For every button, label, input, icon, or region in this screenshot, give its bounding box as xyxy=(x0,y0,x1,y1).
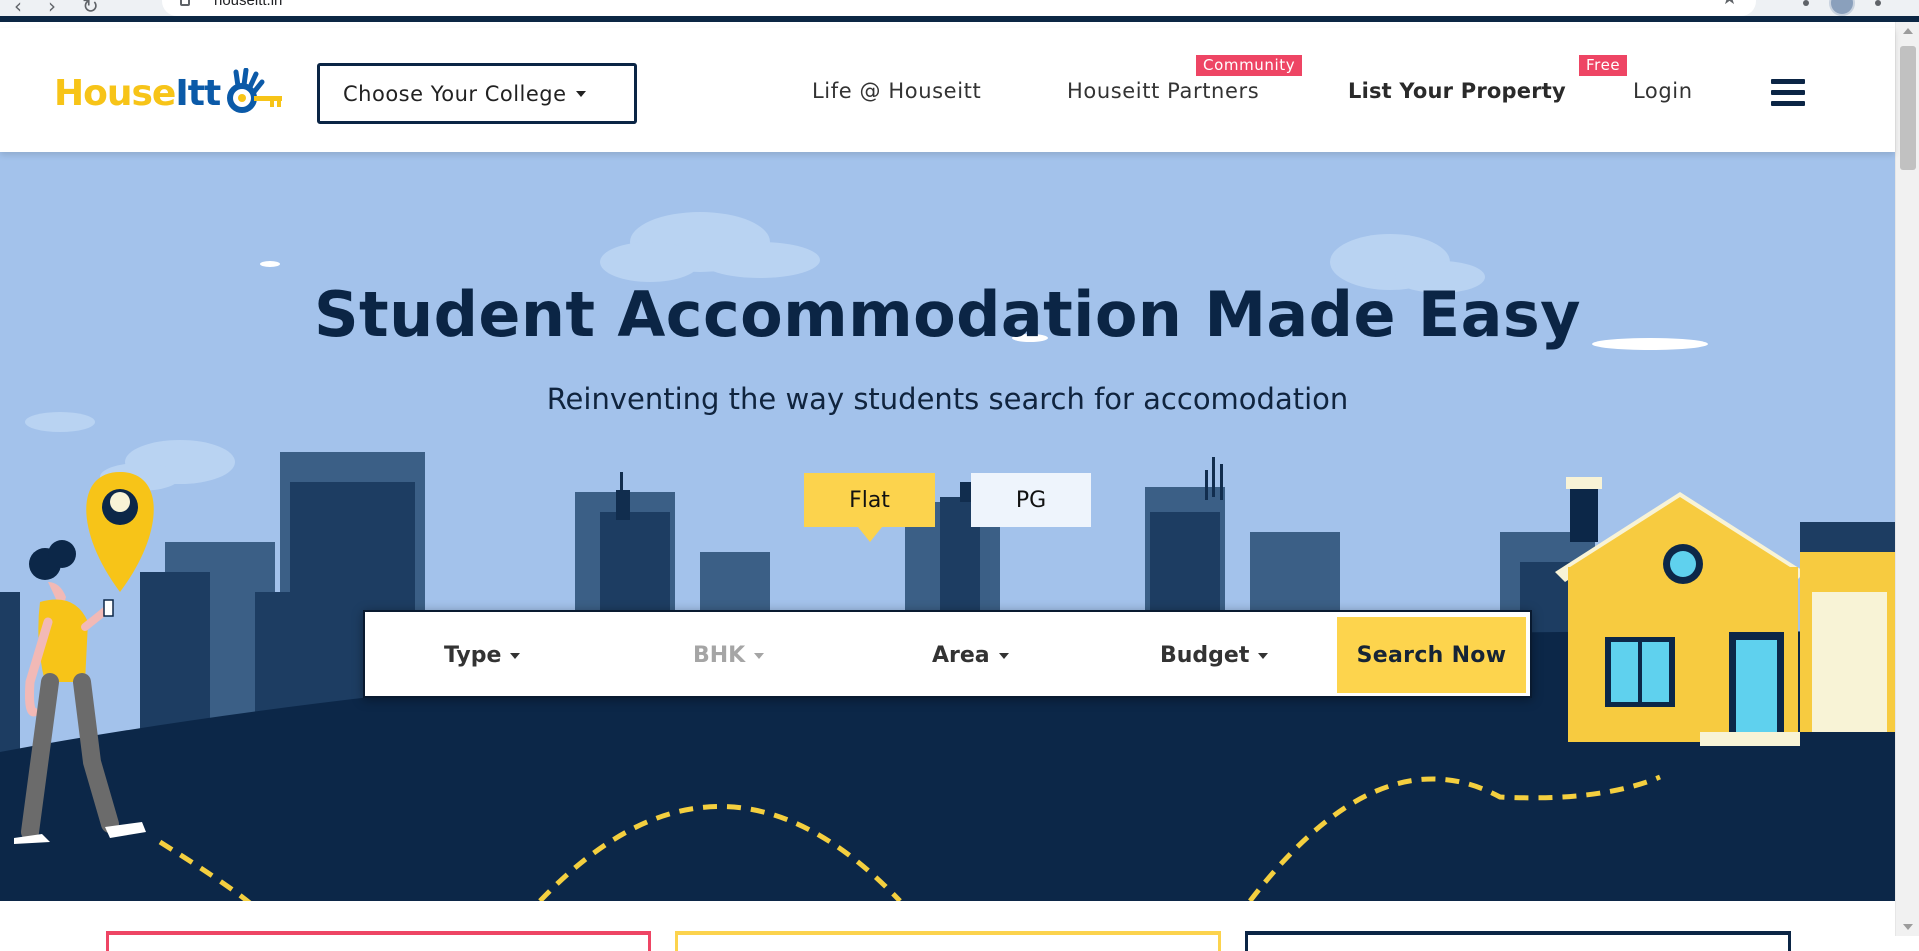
profile-avatar[interactable] xyxy=(1829,0,1855,16)
type-dropdown[interactable]: Type xyxy=(444,643,521,668)
card-navy[interactable] xyxy=(1245,931,1791,951)
bhk-label: BHK xyxy=(693,643,746,668)
nav-list-your-property[interactable]: List Your Property xyxy=(1348,79,1566,103)
extension-icon[interactable] xyxy=(1803,0,1809,6)
free-badge: Free xyxy=(1579,55,1628,76)
hamburger-menu-icon[interactable] xyxy=(1771,79,1805,107)
choose-college-dropdown[interactable]: Choose Your College xyxy=(317,63,637,124)
browser-nav-buttons[interactable]: ‹›↻ xyxy=(14,0,125,18)
area-dropdown[interactable]: Area xyxy=(932,643,1009,668)
logo-text-itt: Itt xyxy=(175,72,221,114)
hero-title: Student Accommodation Made Easy xyxy=(314,278,1581,351)
nav-login[interactable]: Login xyxy=(1633,79,1693,103)
chevron-down-icon xyxy=(510,653,521,659)
page-scrollbar[interactable] xyxy=(1895,22,1919,936)
chevron-down-icon xyxy=(998,653,1009,659)
search-now-button[interactable]: Search Now xyxy=(1337,617,1526,693)
city-illustration xyxy=(0,212,1895,901)
area-label: Area xyxy=(932,643,990,668)
budget-label: Budget xyxy=(1160,643,1250,668)
site-header: HouseItt Choose Your College Life @ Hous… xyxy=(0,28,1895,152)
chevron-down-icon xyxy=(1258,653,1269,659)
scroll-thumb[interactable] xyxy=(1900,46,1916,170)
houseitt-logo[interactable]: HouseItt xyxy=(54,68,284,118)
bhk-dropdown[interactable]: BHK xyxy=(693,643,765,668)
card-red[interactable] xyxy=(106,931,651,951)
search-bar: Type BHK Area Budget Search Now xyxy=(363,610,1532,698)
tab-flat[interactable]: Flat xyxy=(804,473,935,542)
hand-key-icon xyxy=(227,68,283,113)
address-bar[interactable]: houseitt.in ★ xyxy=(162,0,1756,16)
lock-icon xyxy=(180,0,190,6)
logo-text-house: House xyxy=(54,72,176,114)
type-label: Type xyxy=(444,643,502,668)
browser-menu-icon[interactable] xyxy=(1875,0,1881,6)
nav-life-at-houseitt[interactable]: Life @ Houseitt xyxy=(812,79,981,103)
url-text: houseitt.in xyxy=(214,0,283,9)
budget-dropdown[interactable]: Budget xyxy=(1160,643,1269,668)
scroll-down-arrow-icon[interactable] xyxy=(1903,924,1913,930)
hero-subtitle: Reinventing the way students search for … xyxy=(546,382,1349,416)
tab-pg[interactable]: PG xyxy=(971,473,1091,527)
bookmark-star-icon[interactable]: ★ xyxy=(1721,0,1738,9)
community-badge: Community xyxy=(1196,55,1303,76)
nav-houseitt-partners[interactable]: Houseitt Partners xyxy=(1067,79,1259,103)
hero-section: Student Accommodation Made Easy Reinvent… xyxy=(0,152,1895,901)
chevron-down-icon xyxy=(754,653,765,659)
card-yellow[interactable] xyxy=(675,931,1221,951)
scroll-up-arrow-icon[interactable] xyxy=(1903,28,1913,34)
browser-toolbar: ‹›↻ houseitt.in ★ xyxy=(0,0,1919,22)
choose-college-label: Choose Your College xyxy=(343,81,567,106)
chevron-down-icon xyxy=(575,90,586,97)
